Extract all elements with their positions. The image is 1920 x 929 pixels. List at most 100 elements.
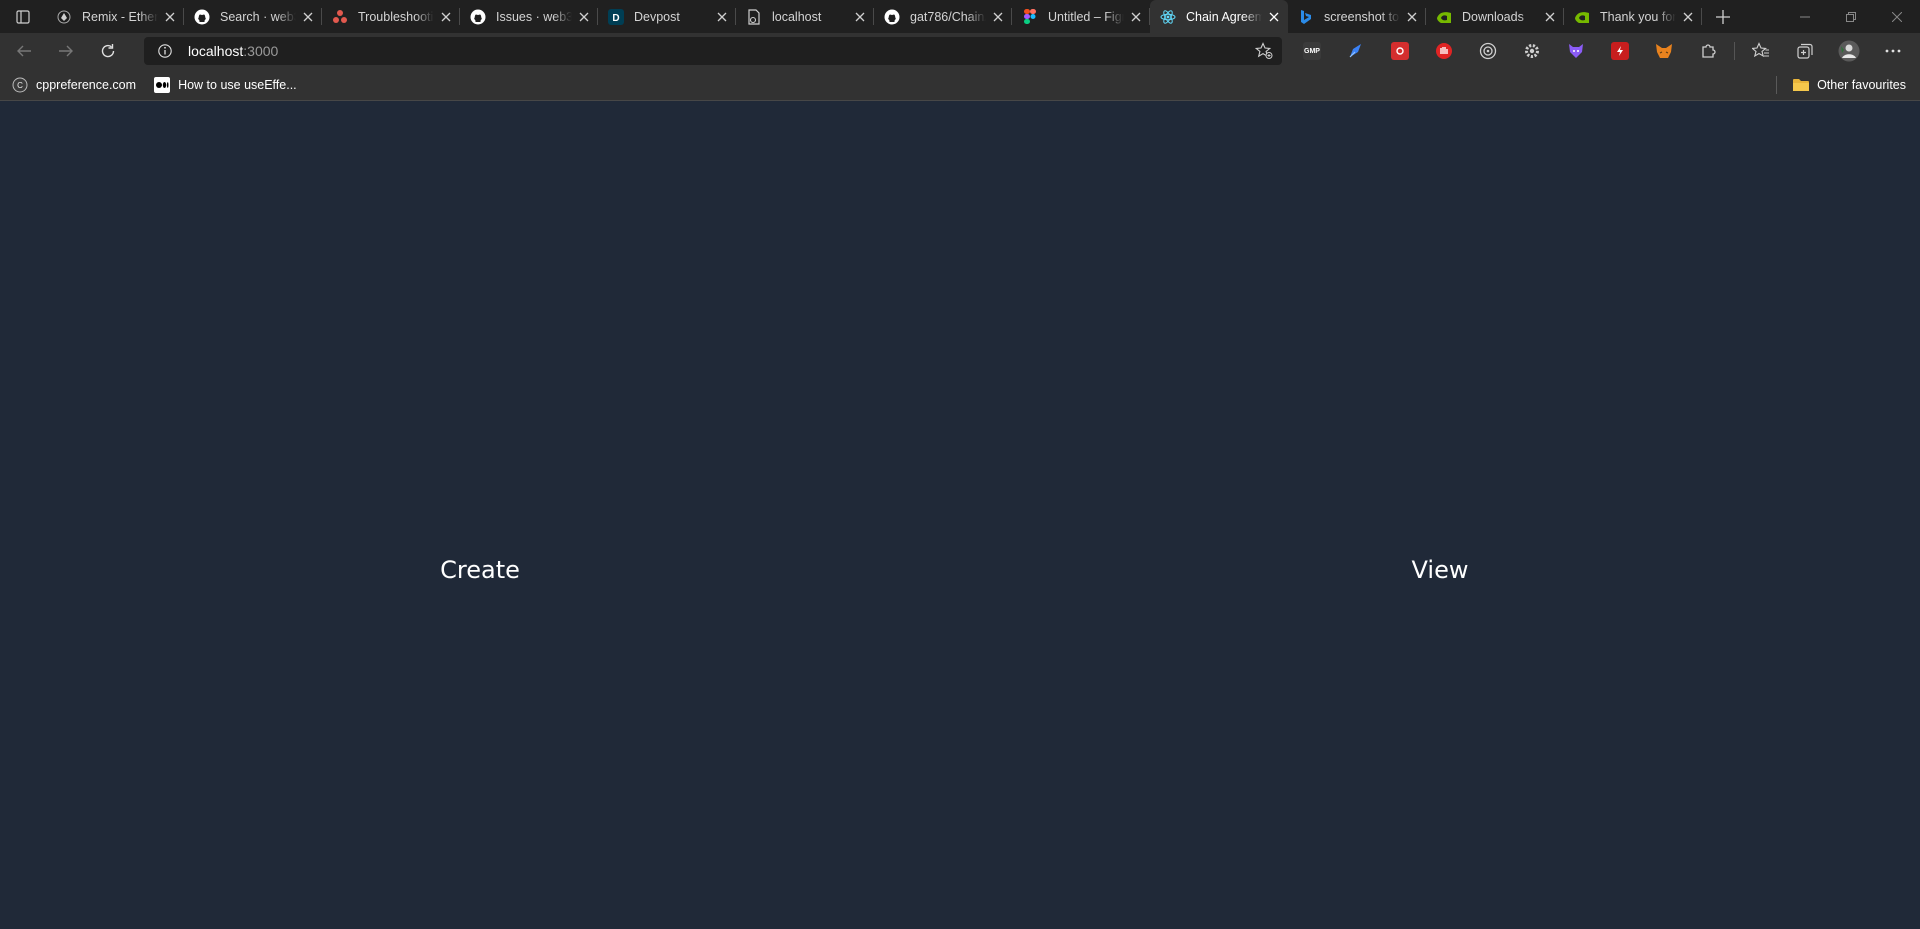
tab-github-issues[interactable]: Issues · web3 bbox=[460, 0, 598, 33]
medium-icon bbox=[154, 76, 171, 93]
close-icon[interactable] bbox=[1538, 5, 1562, 29]
favorites-button[interactable] bbox=[1739, 33, 1783, 69]
refresh-icon bbox=[101, 44, 115, 58]
address-bar[interactable]: localhost:3000 bbox=[144, 37, 1282, 65]
tab-localhost[interactable]: localhost bbox=[736, 0, 874, 33]
close-icon[interactable] bbox=[1262, 5, 1286, 29]
view-link[interactable]: View bbox=[1412, 556, 1469, 584]
tab-title: screenshot to bbox=[1324, 9, 1400, 24]
plus-icon bbox=[1716, 9, 1730, 24]
back-button[interactable] bbox=[6, 33, 42, 69]
page-content: Create View bbox=[0, 102, 1920, 929]
file-icon bbox=[746, 8, 762, 25]
tab-remix[interactable]: Remix - Ethereum IDE bbox=[46, 0, 184, 33]
bookmark-useeffect[interactable]: How to use useEffe... bbox=[148, 73, 303, 97]
stop-extension-button[interactable] bbox=[1422, 33, 1466, 69]
extensions-button[interactable] bbox=[1686, 33, 1730, 69]
url-port: :3000 bbox=[243, 43, 279, 59]
url-text[interactable]: localhost:3000 bbox=[188, 43, 278, 59]
close-icon[interactable] bbox=[710, 5, 734, 29]
close-icon[interactable] bbox=[572, 5, 596, 29]
puzzle-extensions-icon bbox=[1702, 44, 1716, 58]
tab-title: Downloads bbox=[1462, 9, 1524, 24]
tab-actions-button[interactable] bbox=[0, 0, 46, 33]
restore-icon bbox=[1846, 11, 1856, 22]
lightning-extension-button[interactable] bbox=[1598, 33, 1642, 69]
fox-extension-button[interactable] bbox=[1554, 33, 1598, 69]
pen-extension-button[interactable] bbox=[1334, 33, 1378, 69]
gmp-extension-button[interactable]: GMP bbox=[1290, 33, 1334, 69]
restore-button[interactable] bbox=[1828, 0, 1874, 33]
tab-thank-you[interactable]: Thank you for bbox=[1564, 0, 1702, 33]
folder-icon bbox=[1793, 77, 1810, 93]
tab-bing-search[interactable]: screenshot to bbox=[1288, 0, 1426, 33]
svg-text:C: C bbox=[17, 81, 23, 90]
target-extension-button[interactable] bbox=[1466, 33, 1510, 69]
close-icon[interactable] bbox=[1124, 5, 1148, 29]
close-icon[interactable] bbox=[1676, 5, 1700, 29]
metamask-extension-button[interactable] bbox=[1642, 33, 1686, 69]
troubleshoot-icon bbox=[332, 9, 348, 25]
close-icon[interactable] bbox=[296, 5, 320, 29]
nvidia-icon bbox=[1574, 9, 1590, 25]
new-tab-button[interactable] bbox=[1706, 0, 1740, 33]
profile-button[interactable] bbox=[1827, 33, 1871, 69]
github-icon bbox=[884, 9, 900, 25]
close-icon bbox=[1892, 11, 1902, 22]
tab-title: Remix - Ethereum IDE bbox=[82, 9, 158, 24]
tab-title: Devpost bbox=[634, 9, 680, 24]
forward-button[interactable] bbox=[48, 33, 84, 69]
minimize-button[interactable] bbox=[1782, 0, 1828, 33]
more-icon bbox=[1885, 49, 1901, 53]
other-favourites-button[interactable]: Other favourites bbox=[1787, 73, 1912, 97]
tab-github-search[interactable]: Search · web3 bbox=[184, 0, 322, 33]
bookmark-cppreference[interactable]: C cppreference.com bbox=[6, 73, 142, 97]
refresh-button[interactable] bbox=[90, 33, 126, 69]
bookmarks-divider bbox=[1776, 76, 1778, 94]
pen-extension-icon bbox=[1349, 44, 1361, 58]
bookmark-label: How to use useEffe... bbox=[178, 77, 297, 92]
minimize-icon bbox=[1800, 16, 1810, 17]
toolbar-separator bbox=[1734, 42, 1735, 60]
settings-more-button[interactable] bbox=[1871, 33, 1915, 69]
tab-troubleshooting[interactable]: Troubleshooting bbox=[322, 0, 460, 33]
create-link[interactable]: Create bbox=[440, 556, 520, 584]
collections-button[interactable] bbox=[1783, 33, 1827, 69]
tab-figma[interactable]: Untitled – Figma bbox=[1012, 0, 1150, 33]
url-host: localhost bbox=[188, 43, 244, 59]
target-extension-icon bbox=[1479, 42, 1497, 60]
other-favourites-label: Other favourites bbox=[1817, 78, 1906, 92]
gmp-extension-icon: GMP bbox=[1303, 42, 1321, 60]
tab-downloads[interactable]: Downloads bbox=[1426, 0, 1564, 33]
github-icon bbox=[194, 9, 210, 25]
window-controls bbox=[1782, 0, 1920, 33]
tab-title: Search · web3 bbox=[220, 9, 296, 24]
tab-chain-agreement[interactable]: Chain Agreement bbox=[1150, 0, 1288, 33]
close-icon[interactable] bbox=[1400, 5, 1424, 29]
tab-title: Issues · web3 bbox=[496, 9, 572, 24]
tab-github-repo[interactable]: gat786/ChainAgreement bbox=[874, 0, 1012, 33]
close-icon[interactable] bbox=[848, 5, 872, 29]
close-window-button[interactable] bbox=[1874, 0, 1920, 33]
add-favorite-button[interactable] bbox=[1252, 39, 1276, 63]
profile-avatar bbox=[1838, 40, 1860, 62]
photo-extension-icon bbox=[1391, 42, 1409, 60]
gear-extension-button[interactable] bbox=[1510, 33, 1554, 69]
photo-extension-button[interactable] bbox=[1378, 33, 1422, 69]
fox-extension-icon bbox=[1569, 44, 1583, 58]
lightning-extension-icon bbox=[1611, 42, 1629, 60]
close-icon[interactable] bbox=[434, 5, 458, 29]
close-icon[interactable] bbox=[986, 5, 1010, 29]
github-icon bbox=[470, 9, 486, 25]
stop-extension-icon bbox=[1436, 43, 1452, 59]
metamask-extension-icon bbox=[1656, 44, 1672, 58]
cppreference-icon: C bbox=[12, 77, 28, 93]
bing-icon bbox=[1298, 9, 1314, 25]
tab-devpost[interactable]: D Devpost bbox=[598, 0, 736, 33]
star-add-icon bbox=[1255, 42, 1273, 59]
info-icon bbox=[158, 44, 172, 58]
site-info-button[interactable] bbox=[148, 37, 182, 65]
close-icon[interactable] bbox=[158, 5, 182, 29]
tab-title: Thank you for bbox=[1600, 9, 1676, 24]
browser-toolbar: localhost:3000 GMP bbox=[0, 33, 1920, 69]
